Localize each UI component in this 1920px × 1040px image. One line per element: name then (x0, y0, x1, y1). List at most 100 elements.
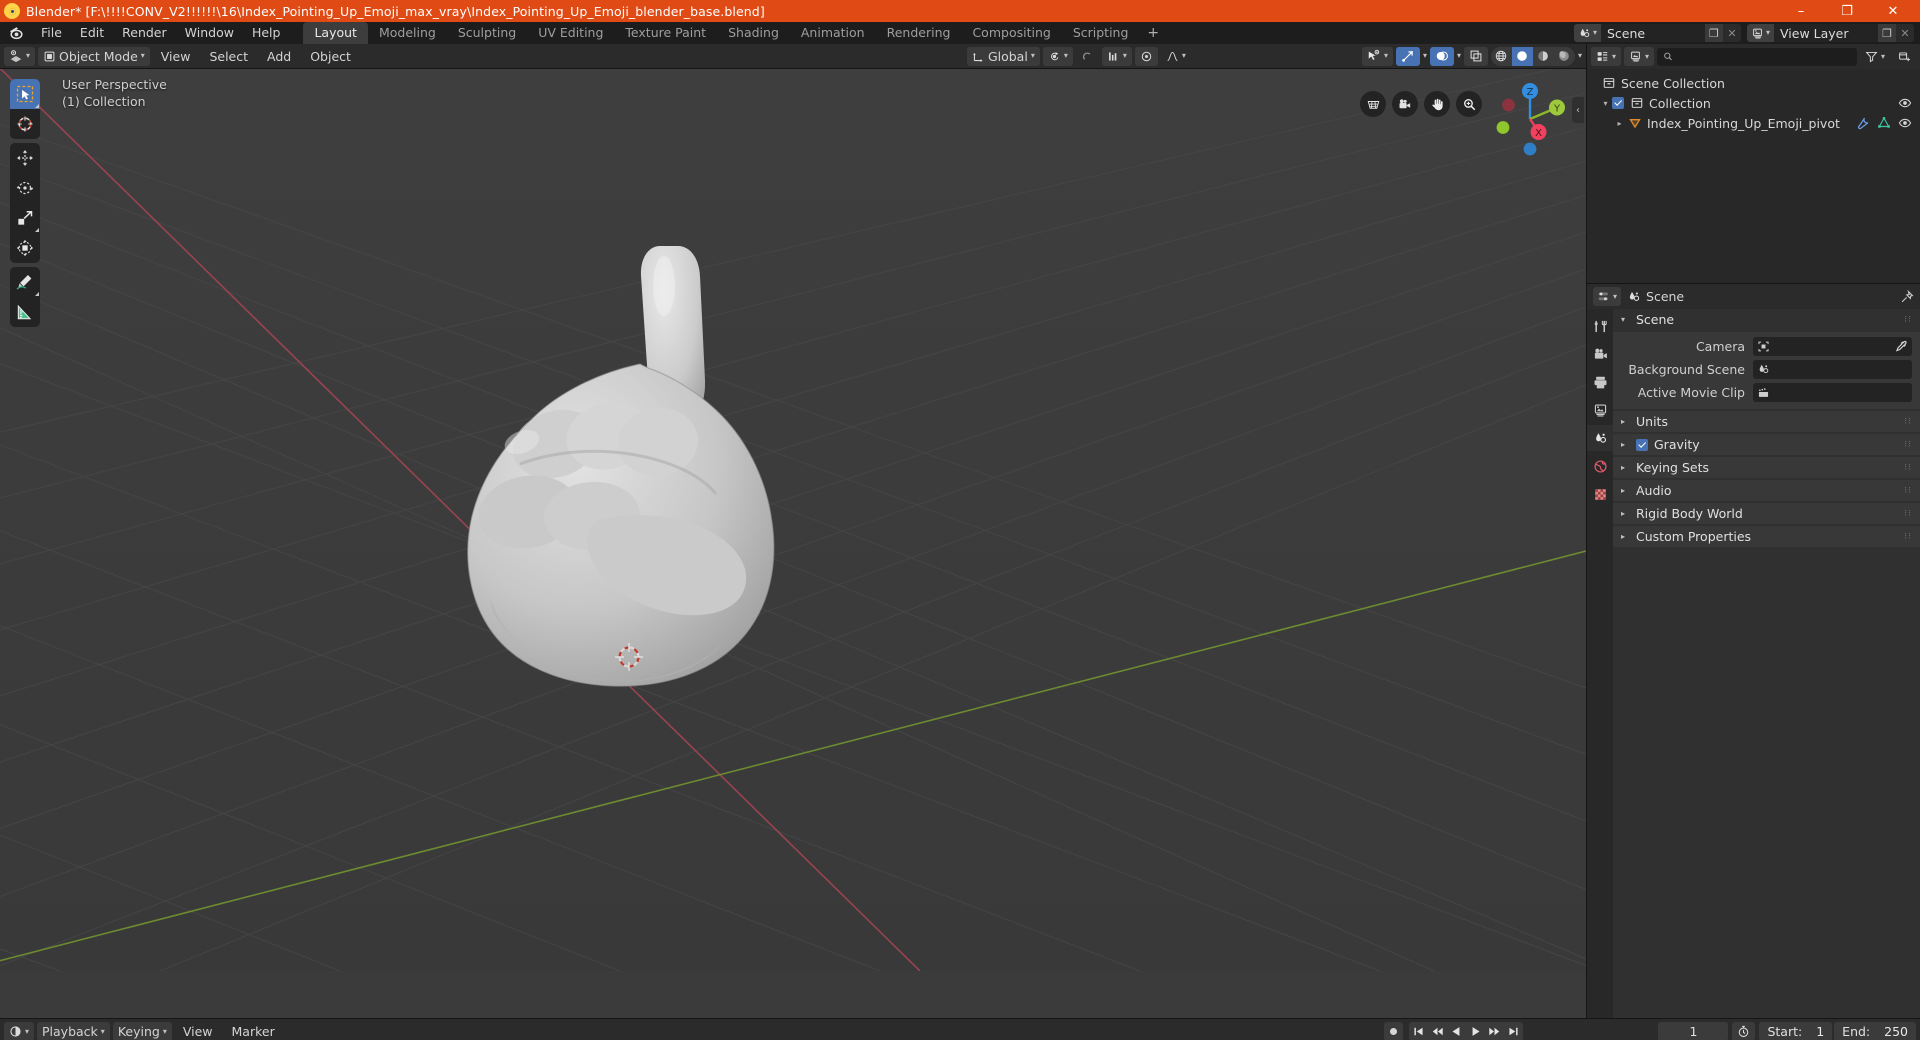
pivot-point-selector[interactable]: ▾ (1042, 46, 1073, 66)
viewport-sidebar-toggle[interactable]: ‹ (1572, 97, 1584, 123)
view-layer-selector[interactable]: ▾ View Layer ❐ ✕ (1746, 24, 1914, 42)
outliner-filter-button[interactable]: ▾ (1859, 47, 1890, 66)
proportional-falloff-selector[interactable]: ▾ (1160, 46, 1191, 66)
workspace-tab-uv-editing[interactable]: UV Editing (527, 22, 615, 44)
editor-type-selector[interactable]: ▾ (4, 46, 36, 66)
collection-checkbox[interactable] (1612, 97, 1624, 109)
workspace-tab-scripting[interactable]: Scripting (1061, 22, 1140, 44)
collapse-triangle-icon[interactable]: ▸ (1621, 463, 1630, 472)
scene-icon[interactable]: ▾ (1573, 24, 1601, 42)
auto-keying-button[interactable] (1384, 1022, 1404, 1040)
chevron-down-icon[interactable]: ▾ (1457, 52, 1461, 60)
chevron-down-icon[interactable]: ▾ (1423, 52, 1427, 60)
timeline-editor-type-selector[interactable]: ▾ (4, 1022, 35, 1040)
menu-edit[interactable]: Edit (71, 23, 113, 43)
disclosure-triangle-icon[interactable]: ▾ (1599, 99, 1612, 108)
workspace-tab-compositing[interactable]: Compositing (961, 22, 1062, 44)
collapse-triangle-icon[interactable]: ▸ (1621, 509, 1630, 518)
workspace-tab-shading[interactable]: Shading (717, 22, 790, 44)
audio-section[interactable]: ▸ Audio ⁝⁝ (1613, 480, 1920, 501)
visibility-selector[interactable]: ▾ (1361, 46, 1393, 66)
blender-logo-icon[interactable] (8, 24, 26, 42)
properties-tab-scene[interactable] (1587, 425, 1613, 451)
mesh-data-icon[interactable] (1877, 116, 1891, 130)
properties-tab-tool[interactable] (1587, 313, 1613, 339)
shading-material-preview-button[interactable] (1533, 47, 1554, 66)
outliner-search[interactable] (1657, 47, 1857, 66)
outliner-new-collection-button[interactable] (1893, 47, 1916, 66)
cursor-tool[interactable] (10, 109, 40, 139)
menu-help[interactable]: Help (243, 23, 290, 43)
properties-editor-type-selector[interactable]: ▾ (1593, 287, 1622, 306)
hide-in-viewport-eye-icon[interactable] (1898, 116, 1912, 130)
disclosure-triangle-icon[interactable]: ▸ (1613, 119, 1626, 128)
timeline-menu-view[interactable]: View (175, 1022, 221, 1040)
shading-wireframe-button[interactable] (1491, 47, 1512, 66)
new-view-layer-button[interactable]: ❐ (1878, 24, 1896, 42)
outliner-row-object[interactable]: ▸ Index_Pointing_Up_Emoji_pivot (1587, 113, 1920, 133)
scene-selector[interactable]: ▾ Scene ❐ ✕ (1573, 24, 1741, 42)
workspace-tab-animation[interactable]: Animation (789, 22, 876, 44)
current-frame-field[interactable]: 1 (1658, 1022, 1729, 1040)
rotate-tool[interactable] (10, 173, 40, 203)
close-button[interactable]: ✕ (1870, 0, 1916, 22)
object-mode-selector[interactable]: Object Mode ▾ (38, 46, 150, 66)
outliner-search-input[interactable] (1678, 49, 1851, 64)
jump-to-keyframe-next-button[interactable] (1485, 1022, 1504, 1040)
viewport-menu-view[interactable]: View (153, 47, 199, 66)
new-scene-button[interactable]: ❐ (1704, 24, 1723, 42)
annotate-tool[interactable] (10, 267, 40, 297)
outliner-row-scene-collection[interactable]: Scene Collection (1587, 73, 1920, 93)
end-frame-fields[interactable]: End: 250 (1834, 1022, 1916, 1040)
collapse-triangle-icon[interactable]: ▸ (1621, 532, 1630, 541)
custom-properties-section[interactable]: ▸ Custom Properties ⁝⁝ (1613, 526, 1920, 547)
scene-name-field[interactable]: Scene (1600, 24, 1705, 42)
active-movie-clip-field[interactable] (1753, 383, 1912, 402)
measure-tool[interactable] (10, 297, 40, 327)
hide-in-viewport-eye-icon[interactable] (1898, 96, 1912, 110)
jump-to-end-button[interactable] (1504, 1022, 1523, 1040)
rigid-body-world-section[interactable]: ▸ Rigid Body World ⁝⁝ (1613, 503, 1920, 524)
properties-tab-texture[interactable] (1587, 481, 1613, 507)
jump-to-start-button[interactable] (1409, 1022, 1428, 1040)
expand-triangle-icon[interactable]: ▾ (1621, 315, 1630, 324)
collapse-triangle-icon[interactable]: ▸ (1621, 417, 1630, 426)
viewport-menu-select[interactable]: Select (201, 47, 256, 66)
show-overlays-toggle[interactable] (1429, 46, 1454, 66)
jump-to-keyframe-prev-button[interactable] (1428, 1022, 1447, 1040)
pan-view-icon[interactable] (1424, 91, 1450, 117)
scene-panel-header[interactable]: ▾ Scene ⁝⁝ (1613, 309, 1920, 330)
start-frame-value[interactable]: 1 (1816, 1024, 1824, 1039)
viewport-menu-add[interactable]: Add (259, 47, 299, 66)
camera-field[interactable] (1753, 337, 1912, 356)
scale-tool[interactable] (10, 203, 40, 233)
transform-tool[interactable] (10, 233, 40, 263)
add-workspace-button[interactable]: + (1139, 22, 1168, 44)
collapse-triangle-icon[interactable]: ▸ (1621, 440, 1630, 449)
workspace-tab-sculpting[interactable]: Sculpting (446, 22, 528, 44)
shading-rendered-button[interactable] (1554, 47, 1575, 66)
workspace-tab-texture-paint[interactable]: Texture Paint (614, 22, 718, 44)
chevron-down-icon[interactable]: ▾ (1578, 52, 1582, 60)
view-layer-icon[interactable]: ▾ (1746, 24, 1774, 42)
properties-tab-output[interactable] (1587, 369, 1613, 395)
maximize-button[interactable]: ❐ (1824, 0, 1870, 22)
keying-sets-section[interactable]: ▸ Keying Sets ⁝⁝ (1613, 457, 1920, 478)
menu-window[interactable]: Window (176, 23, 243, 43)
move-tool[interactable] (10, 143, 40, 173)
workspace-tab-layout[interactable]: Layout (303, 22, 368, 44)
use-preview-range-button[interactable] (1732, 1022, 1756, 1040)
timeline-menu-keying[interactable]: Keying ▾ (112, 1022, 172, 1040)
proportional-editing-toggle[interactable] (1134, 46, 1158, 66)
background-scene-field[interactable] (1753, 360, 1912, 379)
timeline-menu-marker[interactable]: Marker (224, 1022, 283, 1040)
workspace-tab-rendering[interactable]: Rendering (875, 22, 962, 44)
navigation-gizmo[interactable]: Z Y X (1490, 79, 1570, 159)
snap-magnet-toggle[interactable] (1075, 46, 1099, 66)
view-layer-name-field[interactable]: View Layer (1774, 24, 1878, 42)
outliner-editor-type-selector[interactable]: ▾ (1591, 47, 1622, 66)
outliner-row-collection[interactable]: ▾ Collection (1587, 93, 1920, 113)
gravity-checkbox[interactable] (1636, 438, 1648, 451)
pin-icon[interactable] (1900, 289, 1914, 304)
properties-tab-world[interactable] (1587, 453, 1613, 479)
